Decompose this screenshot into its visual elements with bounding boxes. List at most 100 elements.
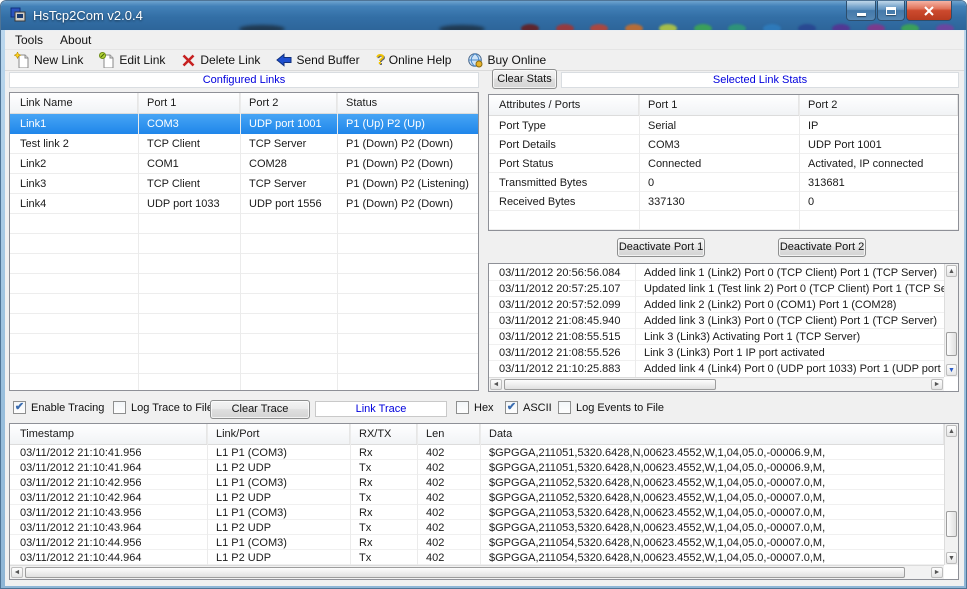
table-row[interactable]: 03/11/2012 21:08:45.940Added link 3 (Lin…: [489, 313, 944, 329]
column-header[interactable]: Link Name: [10, 93, 138, 113]
table-row[interactable]: Port StatusConnectedActivated, IP connec…: [489, 154, 958, 173]
trace-hscrollbar[interactable]: ◄ ►: [10, 565, 944, 579]
trace-rows: 03/11/2012 21:10:41.956 L1 P1 (COM3) Rx 402…: [10, 445, 944, 565]
table-cell: 313681: [799, 177, 958, 189]
table-cell: P1 (Down) P2 (Down): [337, 198, 478, 210]
maximize-button[interactable]: [877, 1, 905, 21]
scroll-down-icon[interactable]: ▼: [946, 552, 957, 564]
scroll-up-icon[interactable]: ▲: [946, 425, 957, 437]
online-help-button[interactable]: ? Online Help: [370, 50, 459, 70]
trace-hscroll-thumb[interactable]: [25, 567, 905, 578]
close-button[interactable]: [906, 1, 952, 21]
table-cell: 402: [417, 462, 480, 474]
column-header[interactable]: Timestamp: [10, 424, 207, 444]
table-cell: Added link 4 (Link4) Port 0 (UDP port 10…: [635, 363, 944, 375]
edit-link-button[interactable]: Edit Link: [93, 50, 172, 70]
table-row[interactable]: 03/11/2012 20:57:25.107Updated link 1 (T…: [489, 281, 944, 297]
scroll-right-icon[interactable]: ►: [931, 379, 943, 390]
column-header[interactable]: RX/TX: [350, 424, 417, 444]
deactivate-port1-button[interactable]: Deactivate Port 1: [617, 238, 705, 257]
table-row[interactable]: 03/11/2012 21:10:41.964L1 P2 UDPTx402$GP…: [10, 460, 944, 475]
table-row[interactable]: 03/11/2012 21:08:55.515Link 3 (Link3) Ac…: [489, 329, 944, 345]
table-cell: 03/11/2012 21:10:43.956: [10, 507, 207, 519]
event-log-vscroll-thumb[interactable]: [946, 332, 957, 356]
buy-online-button[interactable]: Buy Online: [461, 50, 553, 70]
column-header[interactable]: Status: [337, 93, 478, 113]
table-cell: 03/11/2012 21:10:44.964: [10, 552, 207, 564]
table-cell: IP: [799, 120, 958, 132]
table-row[interactable]: 03/11/2012 21:10:25.883Added link 4 (Lin…: [489, 361, 944, 377]
table-cell: COM28: [240, 158, 337, 170]
client-area: Tools About New Link Edit Link Delete Li…: [5, 30, 964, 586]
menu-tools[interactable]: Tools: [8, 32, 50, 48]
column-header[interactable]: Port 2: [799, 95, 958, 115]
table-row[interactable]: Link4UDP port 1033UDP port 1556P1 (Down)…: [10, 194, 478, 214]
table-cell: L1 P2 UDP: [207, 552, 350, 564]
table-cell: Test link 2: [10, 138, 138, 150]
send-buffer-icon: [276, 53, 292, 67]
column-header[interactable]: Len: [417, 424, 480, 444]
clear-trace-button[interactable]: Clear Trace: [210, 400, 310, 419]
enable-tracing-checkbox[interactable]: ✔: [13, 401, 26, 414]
menu-about[interactable]: About: [53, 32, 98, 48]
delete-link-button[interactable]: Delete Link: [175, 51, 267, 70]
table-cell: Rx: [350, 537, 417, 549]
column-header[interactable]: Attributes / Ports: [489, 95, 639, 115]
scroll-left-icon[interactable]: ◄: [490, 379, 502, 390]
trace-vscrollbar[interactable]: ▲ ▼: [944, 424, 958, 565]
table-cell: 03/11/2012 21:10:41.956: [10, 447, 207, 459]
table-cell: UDP port 1033: [138, 198, 240, 210]
table-row[interactable]: 03/11/2012 20:56:56.084Added link 1 (Lin…: [489, 265, 944, 281]
column-header[interactable]: Port 1: [138, 93, 240, 113]
event-log-hscroll-thumb[interactable]: [504, 379, 716, 390]
scroll-down-icon[interactable]: ▼: [946, 364, 957, 376]
table-row[interactable]: 03/11/2012 21:10:44.956L1 P1 (COM3)Rx402…: [10, 535, 944, 550]
table-row[interactable]: Link1COM3UDP port 1001P1 (Up) P2 (Up): [10, 114, 478, 134]
table-row[interactable]: Link2COM1COM28P1 (Down) P2 (Down): [10, 154, 478, 174]
log-trace-checkbox[interactable]: [113, 401, 126, 414]
table-row[interactable]: Port TypeSerialIP: [489, 116, 958, 135]
column-header[interactable]: Port 1: [639, 95, 799, 115]
column-header[interactable]: Port 2: [240, 93, 337, 113]
scroll-right-icon[interactable]: ►: [931, 567, 943, 578]
buy-online-icon: [467, 52, 483, 68]
table-row[interactable]: 03/11/2012 21:10:42.956L1 P1 (COM3)Rx402…: [10, 475, 944, 490]
table-row[interactable]: 03/11/2012 21:10:43.956L1 P1 (COM3)Rx402…: [10, 505, 944, 520]
titlebar[interactable]: HsTcp2Com v2.0.4: [1, 1, 966, 30]
table-row[interactable]: 03/11/2012 21:08:55.526Link 3 (Link3) Po…: [489, 345, 944, 361]
table-row[interactable]: 03/11/2012 21:10:41.956L1 P1 (COM3)Rx402…: [10, 445, 944, 460]
link-stats-columns: Attributes / PortsPort 1Port 2: [489, 95, 958, 116]
event-log-vscrollbar[interactable]: ▲ ▼: [944, 264, 958, 377]
log-events-checkbox[interactable]: [558, 401, 571, 414]
table-row[interactable]: 03/11/2012 21:10:44.964L1 P2 UDPTx402$GP…: [10, 550, 944, 565]
new-link-button[interactable]: New Link: [8, 50, 90, 70]
table-row[interactable]: 03/11/2012 20:57:52.099Added link 2 (Lin…: [489, 297, 944, 313]
clear-stats-button[interactable]: Clear Stats: [492, 69, 557, 89]
table-row[interactable]: Port DetailsCOM3UDP Port 1001: [489, 135, 958, 154]
column-header[interactable]: Data: [480, 424, 944, 444]
table-row[interactable]: Received Bytes3371300: [489, 192, 958, 211]
ascii-checkbox[interactable]: ✔: [505, 401, 518, 414]
table-cell: Tx: [350, 462, 417, 474]
table-cell: Added link 1 (Link2) Port 0 (TCP Client)…: [635, 267, 944, 279]
table-row[interactable]: Link3TCP ClientTCP ServerP1 (Down) P2 (L…: [10, 174, 478, 194]
table-row[interactable]: 03/11/2012 21:10:43.964L1 P2 UDPTx402$GP…: [10, 520, 944, 535]
event-log: 03/11/2012 20:56:56.084Added link 1 (Lin…: [488, 263, 959, 392]
deactivate-port2-button[interactable]: Deactivate Port 2: [778, 238, 866, 257]
table-row[interactable]: 03/11/2012 21:10:42.964L1 P2 UDPTx402$GP…: [10, 490, 944, 505]
table-cell: L1 P2 UDP: [207, 522, 350, 534]
scroll-up-icon[interactable]: ▲: [946, 265, 957, 277]
table-cell: L1 P1 (COM3): [207, 507, 350, 519]
hex-checkbox[interactable]: [456, 401, 469, 414]
online-help-icon: ?: [376, 52, 385, 68]
table-row[interactable]: Transmitted Bytes0313681: [489, 173, 958, 192]
log-trace-option: Log Trace to File: [113, 401, 213, 414]
hex-option: Hex: [456, 401, 494, 414]
column-header[interactable]: Link/Port: [207, 424, 350, 444]
event-log-hscrollbar[interactable]: ◄ ►: [489, 377, 944, 391]
trace-vscroll-thumb[interactable]: [946, 511, 957, 537]
send-buffer-button[interactable]: Send Buffer: [270, 51, 366, 69]
table-row[interactable]: Test link 2TCP ClientTCP ServerP1 (Down)…: [10, 134, 478, 154]
scroll-left-icon[interactable]: ◄: [11, 567, 23, 578]
minimize-button[interactable]: [846, 1, 876, 21]
